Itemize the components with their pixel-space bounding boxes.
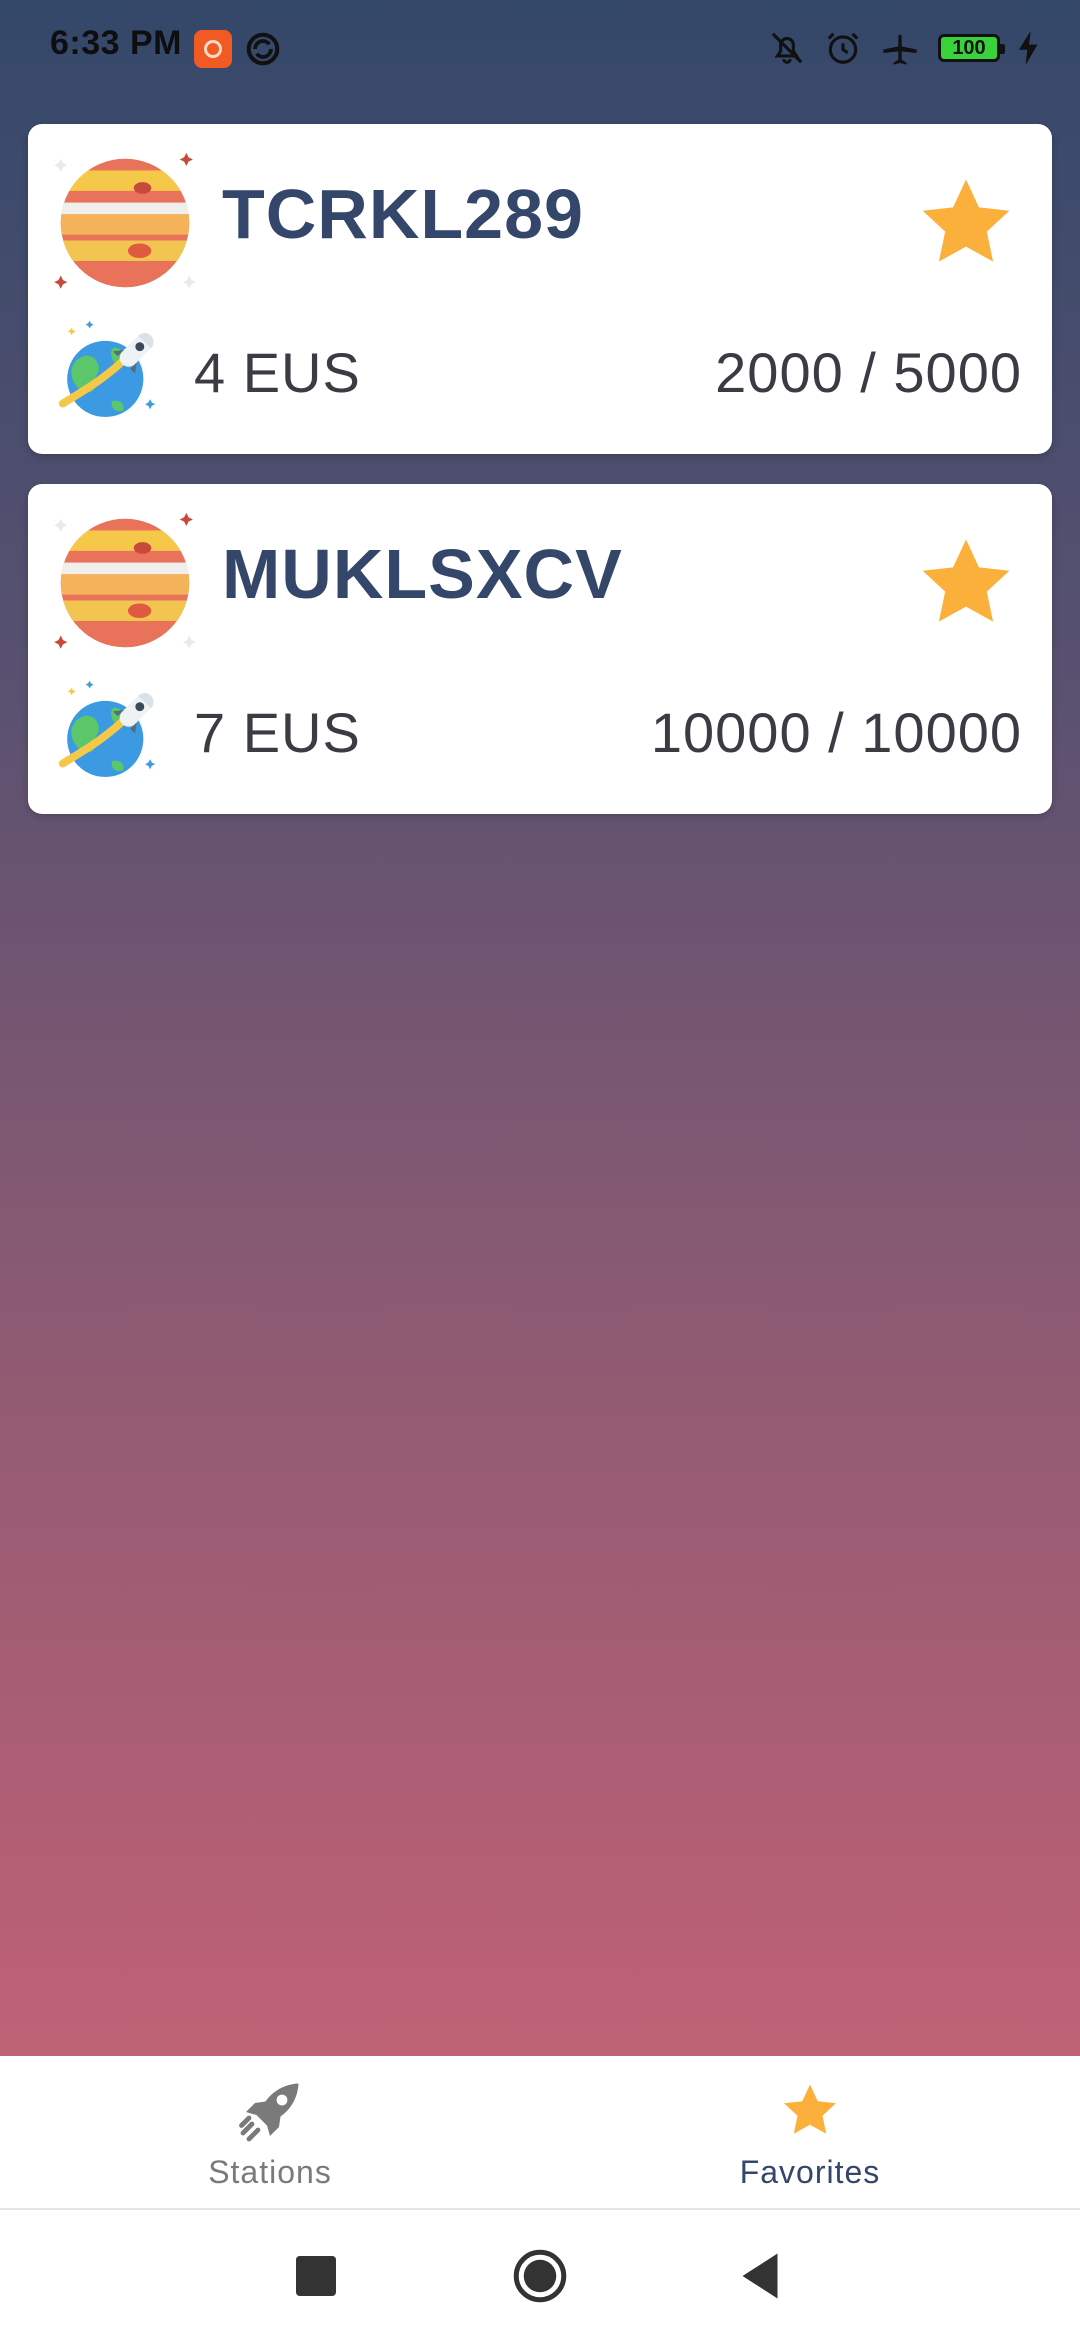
station-name: MUKLSXCV [222,535,623,613]
alarm-icon [827,32,859,64]
system-navigation-bar [0,2210,1080,2340]
airplane-mode-icon [883,34,917,65]
station-card[interactable]: MUKLSXCV 7 EUS 10000 / 10000 [28,484,1052,814]
recent-apps-icon[interactable] [286,2246,346,2306]
favorite-star-icon[interactable] [916,172,1016,272]
nav-stations[interactable]: Stations [0,2056,540,2208]
station-ships: 4 EUS [194,341,361,404]
earth-rocket-icon [58,680,156,778]
station-ships: 7 EUS [194,701,361,764]
bottom-navigation: Stations Favorites [0,2056,1080,2210]
nav-stations-label: Stations [208,2154,332,2190]
star-icon [784,2084,836,2134]
planet-icon [54,512,196,649]
status-time: 6:33 PM [50,24,182,62]
nav-favorites[interactable]: Favorites [540,2056,1080,2208]
station-capacity: 10000 / 10000 [650,701,1022,764]
back-icon[interactable] [730,2246,790,2306]
station-capacity: 2000 / 5000 [715,341,1022,404]
rocket-icon [239,2083,299,2142]
home-icon[interactable] [510,2246,570,2306]
station-card[interactable]: TCRKL289 4 EUS 2000 / 5000 [28,124,1052,454]
earth-rocket-icon [58,320,156,418]
station-name: TCRKL289 [222,175,584,253]
battery-icon: 100 [938,34,1005,62]
nav-favorites-label: Favorites [739,2154,881,2190]
favorite-star-icon[interactable] [916,532,1016,632]
status-icons: 100 [768,26,1040,70]
mute-icon [771,32,803,64]
app-screen: 6:33 PM 100 TCRKL289 4 EUS 2000 / 5000 M… [0,0,1080,2340]
status-bar: 6:33 PM 100 [0,0,1080,96]
charging-icon [1018,31,1038,65]
sync-icon [246,32,280,66]
planet-icon [54,152,196,289]
app-notification-icon [194,30,232,68]
